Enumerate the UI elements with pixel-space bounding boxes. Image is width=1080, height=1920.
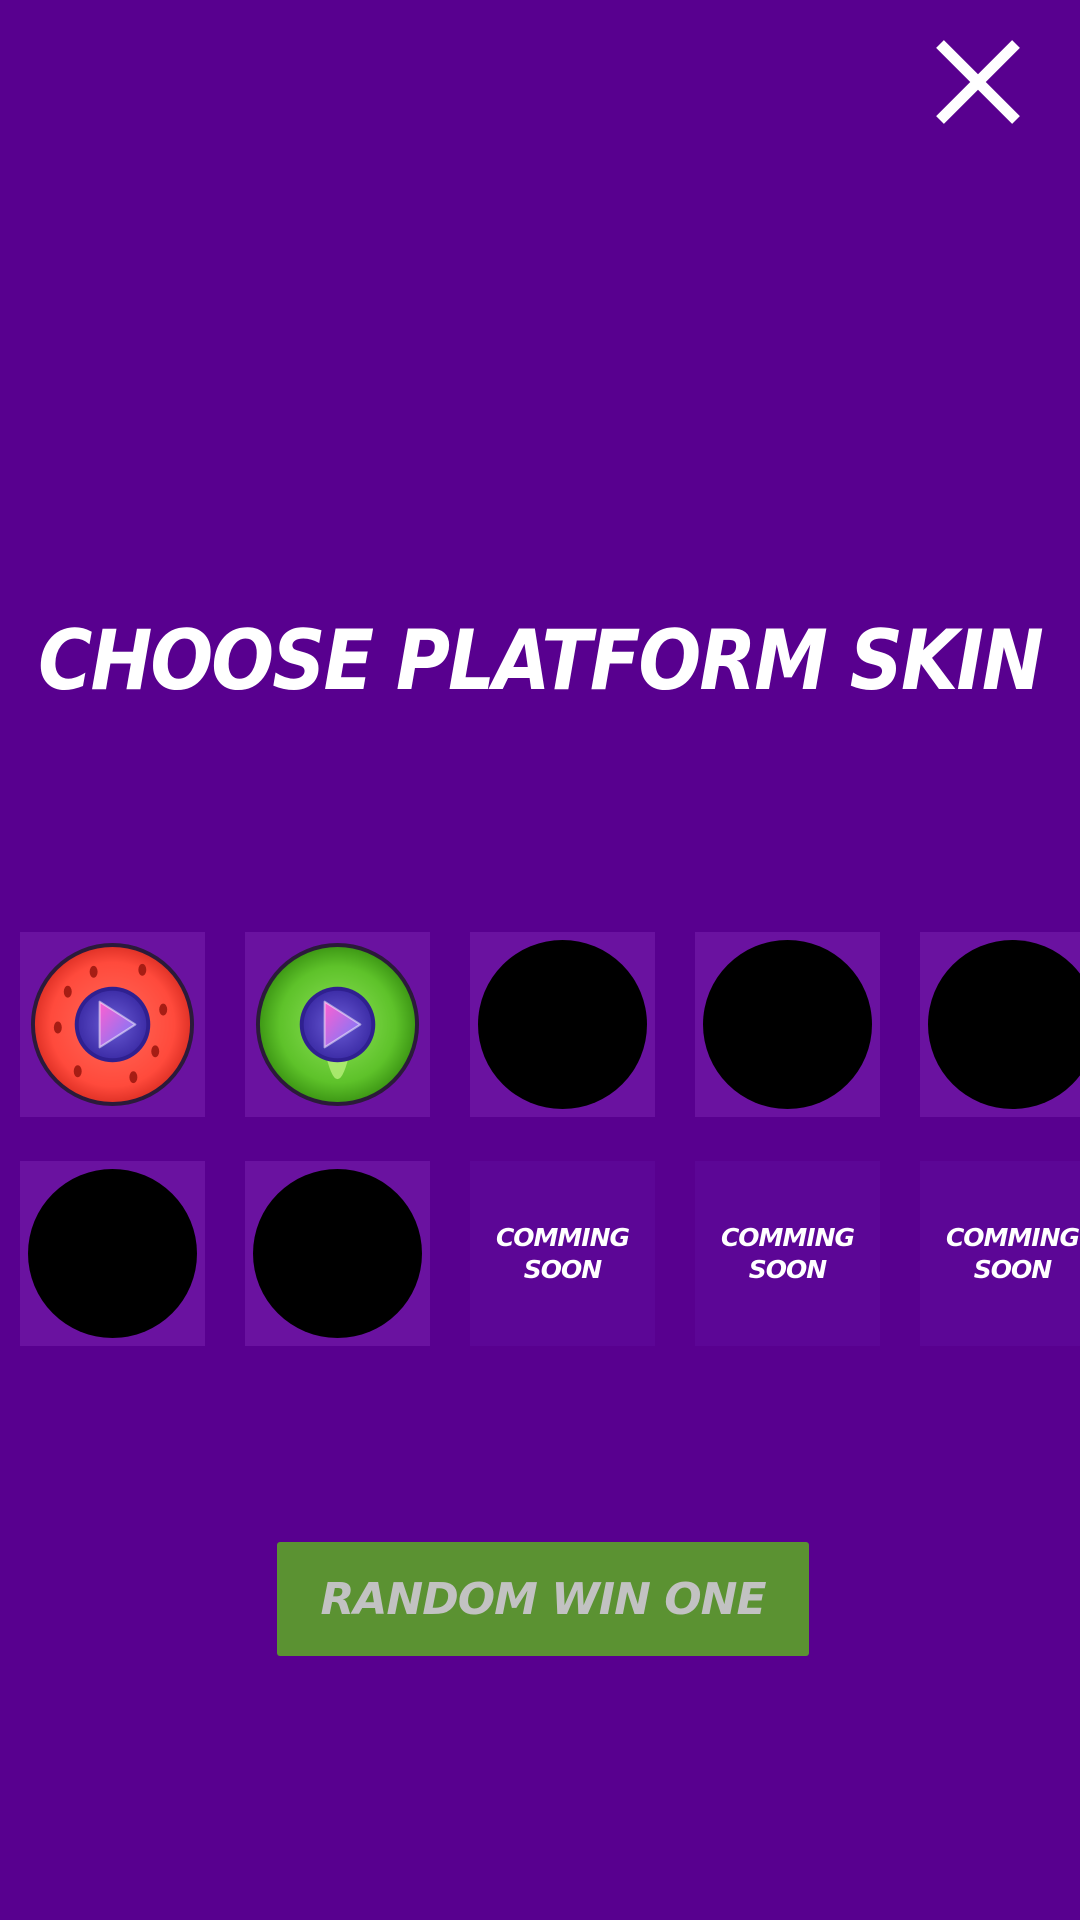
skin-tile-coming-soon: COMMING SOON [695,1161,880,1346]
locked-skin-disc [478,940,647,1109]
kiwi-skin-icon [255,942,420,1107]
coming-soon-label: COMMING SOON [720,1222,855,1284]
locked-skin-disc [253,1169,422,1338]
locked-skin-disc [28,1169,197,1338]
random-win-button[interactable]: RANDOM WIN ONE [277,1542,809,1656]
page-title: CHOOSE PLATFORM SKIN [38,612,1044,710]
coming-soon-label: COMMING SOON [495,1222,630,1284]
coming-soon-label: COMMING SOON [945,1222,1080,1284]
skin-tile-locked[interactable] [20,1161,205,1346]
skin-tile-locked[interactable] [920,932,1080,1117]
skin-tile-coming-soon: COMMING SOON [920,1161,1080,1346]
locked-skin-disc [703,940,872,1109]
skin-tile-locked[interactable] [695,932,880,1117]
skin-tile-coming-soon: COMMING SOON [470,1161,655,1346]
skin-tile-locked[interactable] [245,1161,430,1346]
watermelon-skin-icon [30,942,195,1107]
close-icon [936,40,1020,124]
close-button[interactable] [928,32,1028,132]
locked-skin-disc [928,940,1080,1109]
skin-tile-kiwi[interactable] [245,932,430,1117]
skin-tile-watermelon[interactable] [20,932,205,1117]
skin-tile-locked[interactable] [470,932,655,1117]
